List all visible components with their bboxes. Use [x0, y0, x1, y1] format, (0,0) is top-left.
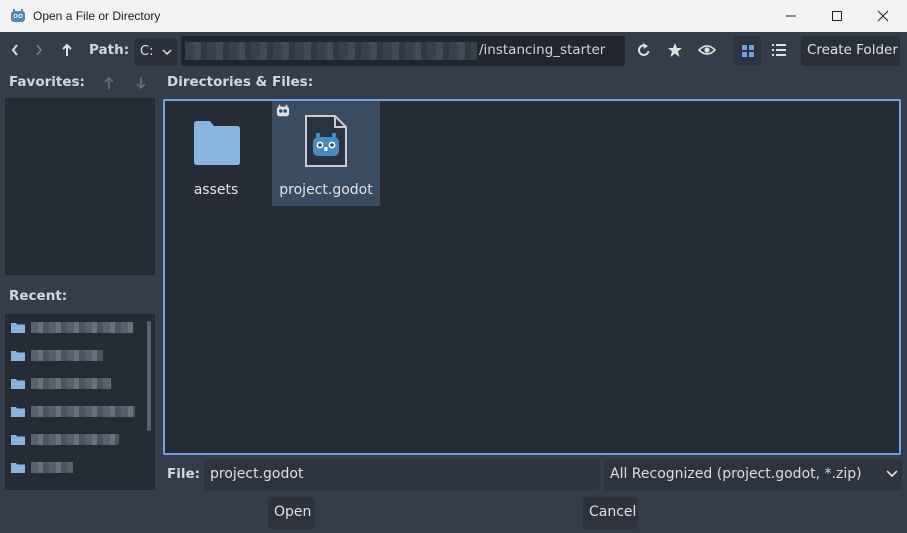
list-view-button[interactable] — [769, 40, 789, 60]
favorite-move-down-button[interactable] — [133, 74, 149, 92]
drive-select[interactable]: C: — [134, 38, 177, 66]
favorite-button[interactable] — [665, 40, 685, 60]
create-folder-button[interactable]: Create Folder — [801, 36, 900, 66]
file-filter-value: All Recognized (project.godot, *.zip) — [610, 466, 862, 482]
recent-item-redacted — [31, 434, 119, 445]
folder-icon — [194, 121, 240, 165]
list-view-icon — [772, 44, 786, 56]
file-name-input[interactable]: project.godot — [204, 459, 600, 490]
path-label: Path: — [89, 42, 130, 58]
godot-badge-icon — [276, 104, 290, 117]
folder-icon — [11, 351, 25, 361]
refresh-button[interactable] — [634, 40, 654, 60]
files-grid[interactable]: assets project.godot — [163, 99, 901, 455]
grid-view-button[interactable] — [734, 36, 761, 65]
drive-value: C: — [140, 44, 154, 59]
close-icon — [877, 10, 889, 22]
favorites-list[interactable] — [5, 98, 155, 275]
godot-file-icon — [305, 115, 347, 167]
minimize-button[interactable] — [768, 0, 814, 32]
folder-icon — [11, 407, 25, 417]
file-filter-select[interactable]: All Recognized (project.godot, *.zip) — [604, 459, 902, 490]
path-text: /instancing_starter — [479, 42, 606, 58]
arrow-down-icon — [136, 77, 146, 90]
maximize-button[interactable] — [814, 0, 860, 32]
back-button[interactable] — [6, 40, 24, 60]
folder-icon — [11, 379, 25, 389]
grid-view-icon — [741, 44, 754, 57]
close-button[interactable] — [860, 0, 906, 32]
title-bar: Open a File or Directory — [0, 0, 907, 32]
recent-list[interactable] — [5, 314, 155, 490]
path-redacted — [185, 42, 477, 60]
cancel-button-label: Cancel — [589, 504, 637, 520]
favorite-move-up-button[interactable] — [101, 74, 117, 92]
godot-app-icon — [11, 9, 25, 22]
recent-item-redacted — [31, 378, 111, 389]
open-button-label: Open — [274, 504, 312, 520]
recent-item-redacted — [31, 350, 103, 361]
folder-icon — [11, 435, 25, 445]
star-icon — [668, 43, 682, 57]
recent-label: Recent: — [9, 288, 68, 304]
arrow-up-icon — [104, 76, 114, 89]
file-dialog: Path: C: /instancing_starter Create Fold… — [0, 32, 907, 533]
file-item-project[interactable]: project.godot — [272, 101, 380, 206]
recent-item-redacted — [31, 322, 133, 333]
cancel-button[interactable]: Cancel — [583, 497, 638, 529]
favorites-label: Favorites: — [9, 74, 85, 90]
recent-item-redacted — [31, 462, 73, 473]
recent-item-redacted — [31, 406, 135, 417]
chevron-down-icon — [162, 49, 172, 56]
open-button[interactable]: Open — [268, 497, 315, 529]
file-item-folder[interactable]: assets — [171, 103, 261, 206]
refresh-icon — [637, 43, 650, 56]
path-input[interactable]: /instancing_starter — [181, 36, 625, 66]
chevron-right-icon — [36, 44, 42, 56]
file-label: File: — [167, 466, 201, 482]
file-name: project.godot — [279, 182, 373, 198]
create-folder-label: Create Folder — [807, 42, 898, 58]
eye-icon — [698, 45, 716, 55]
toggle-hidden-button[interactable] — [697, 40, 717, 60]
recent-scrollbar[interactable] — [147, 321, 151, 431]
chevron-left-icon — [11, 44, 18, 56]
file-name-value: project.godot — [210, 466, 304, 482]
folder-icon — [11, 463, 25, 473]
go-up-button[interactable] — [58, 40, 76, 60]
minimize-icon — [786, 15, 796, 17]
chevron-down-icon — [886, 470, 898, 478]
files-label: Directories & Files: — [167, 74, 314, 90]
arrow-up-icon — [62, 43, 72, 56]
folder-icon — [11, 323, 25, 333]
maximize-icon — [832, 11, 842, 21]
window-title: Open a File or Directory — [33, 9, 161, 23]
forward-button[interactable] — [30, 40, 48, 60]
file-name: assets — [193, 182, 239, 198]
